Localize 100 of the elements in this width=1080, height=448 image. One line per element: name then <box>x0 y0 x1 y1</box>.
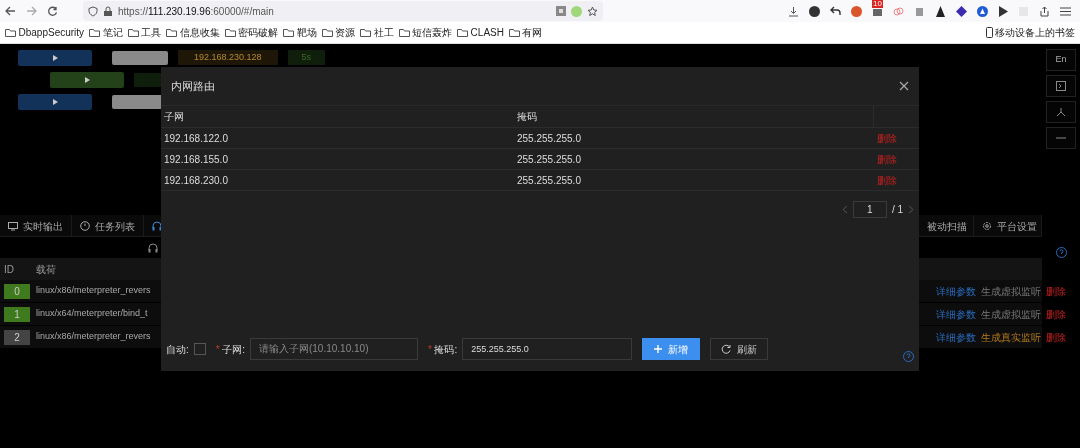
reload-icon[interactable] <box>47 5 58 17</box>
required-mark: * <box>427 342 432 357</box>
field-label: 子网: <box>222 342 245 357</box>
back-icon[interactable] <box>5 6 16 16</box>
column-header: 载荷 <box>36 262 56 277</box>
bookmark-folder[interactable]: 资源 <box>335 25 356 40</box>
field-label: 自动: <box>166 342 189 357</box>
monitor-icon <box>8 221 18 231</box>
folder-icon <box>360 28 372 37</box>
folder-icon <box>89 28 101 37</box>
listen-link[interactable]: 生成虚拟监听 <box>981 306 1041 322</box>
download-icon[interactable] <box>788 5 799 17</box>
delete-link[interactable]: 删除 <box>1046 329 1066 345</box>
mask-field[interactable]: 255.255.255.0 <box>462 338 633 360</box>
minimize-button[interactable] <box>1046 127 1076 149</box>
extension-icon[interactable] <box>809 5 820 17</box>
folder-icon <box>508 28 520 37</box>
extension-icon[interactable] <box>935 5 946 17</box>
clock-icon <box>80 221 90 231</box>
lock-icon <box>103 5 113 17</box>
session-tag <box>112 50 168 65</box>
menu-icon[interactable] <box>1060 6 1071 16</box>
bookmark-folder[interactable]: DbappSecurity <box>18 25 85 40</box>
dialog-title: 内网路由 <box>171 78 215 94</box>
column-header: ID <box>3 262 15 277</box>
required-mark: * <box>215 342 220 357</box>
terminal-button[interactable] <box>1046 75 1076 97</box>
forward-icon[interactable] <box>26 6 37 16</box>
play-icon <box>52 54 58 61</box>
time-chip: 5s <box>287 49 326 66</box>
network-icon <box>1056 107 1066 117</box>
id-badge: 0 <box>4 283 30 299</box>
details-link[interactable]: 详细参数 <box>936 329 976 345</box>
folder-icon <box>224 28 236 37</box>
play-icon <box>84 76 90 83</box>
bookmark-folder[interactable]: 有网 <box>522 25 543 40</box>
bookmark-folder[interactable]: 移动设备上的书签 <box>995 25 1075 40</box>
terminal-icon <box>1056 81 1066 91</box>
field-label: 掩码: <box>434 342 458 357</box>
page-field[interactable]: 1 <box>852 201 887 218</box>
listen-link[interactable]: 生成真实监听 <box>981 329 1041 345</box>
bookmark-folder[interactable]: 密码破解 <box>238 25 279 40</box>
id-badge: 1 <box>4 306 30 322</box>
bookmark-folder[interactable]: 信息收集 <box>179 25 220 40</box>
play-icon[interactable] <box>998 5 1008 17</box>
table-cell-text: 255.255.255.0 <box>517 131 582 146</box>
language-button[interactable]: En <box>1046 49 1076 71</box>
payload-text: linux/x86/meterpreter_revers <box>36 284 151 298</box>
bookmark-folder[interactable]: 社工 <box>373 25 394 40</box>
extension-icon[interactable] <box>956 5 967 17</box>
listen-link[interactable]: 生成虚拟监听 <box>981 283 1041 299</box>
notification-badge: 10 <box>872 0 883 8</box>
address-bar[interactable]: https://111.230.19.96:60000/#/main <box>83 1 603 21</box>
delete-link[interactable]: 删除 <box>1046 283 1066 299</box>
payload-text: linux/x86/meterpreter_revers <box>36 330 151 344</box>
subnet-field[interactable]: 请输入子网(10.10.10.10) <box>249 338 418 360</box>
bookmark-folder[interactable]: 短信轰炸 <box>412 25 453 40</box>
previous-page-icon[interactable] <box>841 205 848 214</box>
help-icon[interactable] <box>903 350 914 362</box>
star-icon[interactable] <box>587 5 598 17</box>
table-cell-text: 255.255.255.0 <box>517 152 582 167</box>
table-cell-text: 255.255.255.0 <box>517 173 582 188</box>
bookmark-folder[interactable]: 靶场 <box>296 25 317 40</box>
shield-icon <box>88 5 98 17</box>
minus-icon <box>1056 137 1066 139</box>
bookmark-folder[interactable]: 工具 <box>141 25 162 40</box>
headphones-icon <box>148 242 158 253</box>
folder-icon <box>321 28 333 37</box>
payload-text: linux/x64/meterpreter/bind_t <box>36 307 148 321</box>
plus-icon <box>654 345 663 353</box>
folder-icon <box>5 28 16 37</box>
gear-icon <box>982 221 992 231</box>
bookmark-folder[interactable]: CLASH <box>470 25 504 40</box>
details-link[interactable]: 详细参数 <box>936 283 976 299</box>
bookmark-folder[interactable]: 笔记 <box>102 25 123 40</box>
phone-icon <box>985 27 993 38</box>
delete-link[interactable]: 删除 <box>1046 306 1066 322</box>
table-cell-text: 192.168.122.0 <box>163 131 229 146</box>
help-icon[interactable] <box>1055 247 1067 258</box>
folder-icon <box>457 28 469 37</box>
qr-code-icon[interactable] <box>556 6 566 16</box>
folder-icon <box>283 28 295 37</box>
next-page-icon[interactable] <box>908 205 914 214</box>
undo-icon[interactable] <box>830 6 841 16</box>
folder-icon <box>127 28 139 37</box>
close-icon[interactable] <box>899 81 909 91</box>
folder-icon <box>398 28 410 37</box>
column-header: 掩码 <box>517 110 538 124</box>
url-text: https://111.230.19.96:60000/#/main <box>118 4 274 19</box>
folder-icon <box>166 28 178 37</box>
headphones-icon <box>152 221 162 231</box>
play-icon <box>52 98 58 105</box>
page-total: / 1 <box>891 203 903 217</box>
refresh-button[interactable]: 刷新 <box>710 338 769 360</box>
share-icon[interactable] <box>1039 5 1050 17</box>
details-link[interactable]: 详细参数 <box>936 306 976 322</box>
refresh-icon <box>721 344 732 354</box>
table-cell-text: 192.168.155.0 <box>163 152 229 167</box>
table-cell-text: 192.168.230.0 <box>163 173 229 188</box>
auto-checkbox[interactable] <box>193 343 206 355</box>
